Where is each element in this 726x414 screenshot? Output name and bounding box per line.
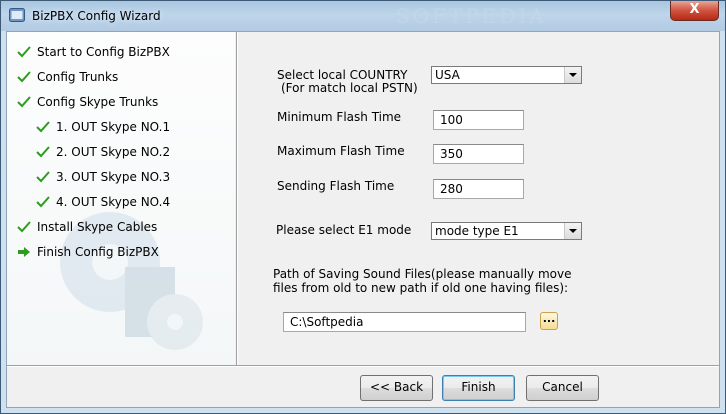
max-flash-input[interactable]: 350: [433, 144, 524, 164]
min-flash-input[interactable]: 100: [433, 110, 524, 130]
checkmark-icon: [36, 121, 50, 133]
country-sublabel: (For match local PSTN): [281, 81, 418, 95]
arrow-right-icon: [18, 247, 30, 257]
title-bar[interactable]: BizPBX Config Wizard SOFTPEDIA X: [1, 1, 725, 31]
step-label: Config Trunks: [37, 70, 119, 84]
checkmark-icon: [36, 196, 50, 208]
path-sublabel: files from old to new path if old one ha…: [273, 281, 569, 295]
country-select[interactable]: USA: [431, 66, 582, 84]
app-icon: [9, 8, 25, 22]
sound-path-input[interactable]: C:\Softpedia: [283, 312, 526, 332]
e1-mode-select-value: mode type E1: [435, 224, 519, 238]
close-icon: X: [689, 2, 700, 17]
e1-mode-select[interactable]: mode type E1: [431, 222, 582, 240]
step-label: 1. OUT Skype NO.1: [56, 120, 171, 134]
min-flash-label: Minimum Flash Time: [277, 110, 402, 124]
close-button[interactable]: X: [670, 1, 719, 21]
step-label: 2. OUT Skype NO.2: [56, 145, 171, 159]
step-label: Config Skype Trunks: [37, 95, 159, 109]
wizard-window: BizPBX Config Wizard SOFTPEDIA X Start t…: [0, 0, 726, 414]
chevron-down-icon[interactable]: [564, 223, 581, 239]
e1-mode-label: Please select E1 mode: [276, 223, 412, 237]
country-select-value: USA: [435, 68, 460, 82]
step-label: Finish Config BizPBX: [37, 245, 159, 259]
browse-button[interactable]: ...: [540, 312, 558, 330]
checkmark-icon: [36, 171, 50, 183]
checkmark-icon: [17, 96, 31, 108]
path-label: Path of Saving Sound Files(please manual…: [273, 267, 572, 281]
finish-button[interactable]: Finish: [442, 375, 515, 401]
chevron-down-icon[interactable]: [564, 67, 581, 83]
checkmark-icon: [36, 146, 50, 158]
checkmark-icon: [17, 46, 31, 58]
country-label: Select local COUNTRY: [277, 68, 408, 82]
checkmark-icon: [17, 71, 31, 83]
step-label: Start to Config BizPBX: [37, 45, 170, 59]
checkmark-icon: [17, 221, 31, 233]
cancel-button[interactable]: Cancel: [526, 375, 599, 401]
wizard-body: Start to Config BizPBX Config Trunks Con…: [6, 31, 720, 408]
step-label: 4. OUT Skype NO.4: [56, 195, 171, 209]
window-title: BizPBX Config Wizard: [32, 9, 161, 23]
watermark-text: SOFTPEDIA: [396, 4, 547, 28]
sending-flash-label: Sending Flash Time: [277, 179, 395, 193]
vertical-divider: [236, 32, 238, 365]
max-flash-label: Maximum Flash Time: [277, 144, 405, 158]
back-button[interactable]: << Back: [360, 375, 433, 401]
footer-divider: [7, 365, 719, 367]
sending-flash-input[interactable]: 280: [433, 179, 524, 199]
steps-sidebar: Start to Config BizPBX Config Trunks Con…: [7, 32, 235, 365]
step-label: 3. OUT Skype NO.3: [56, 170, 171, 184]
step-label: Install Skype Cables: [37, 220, 158, 234]
